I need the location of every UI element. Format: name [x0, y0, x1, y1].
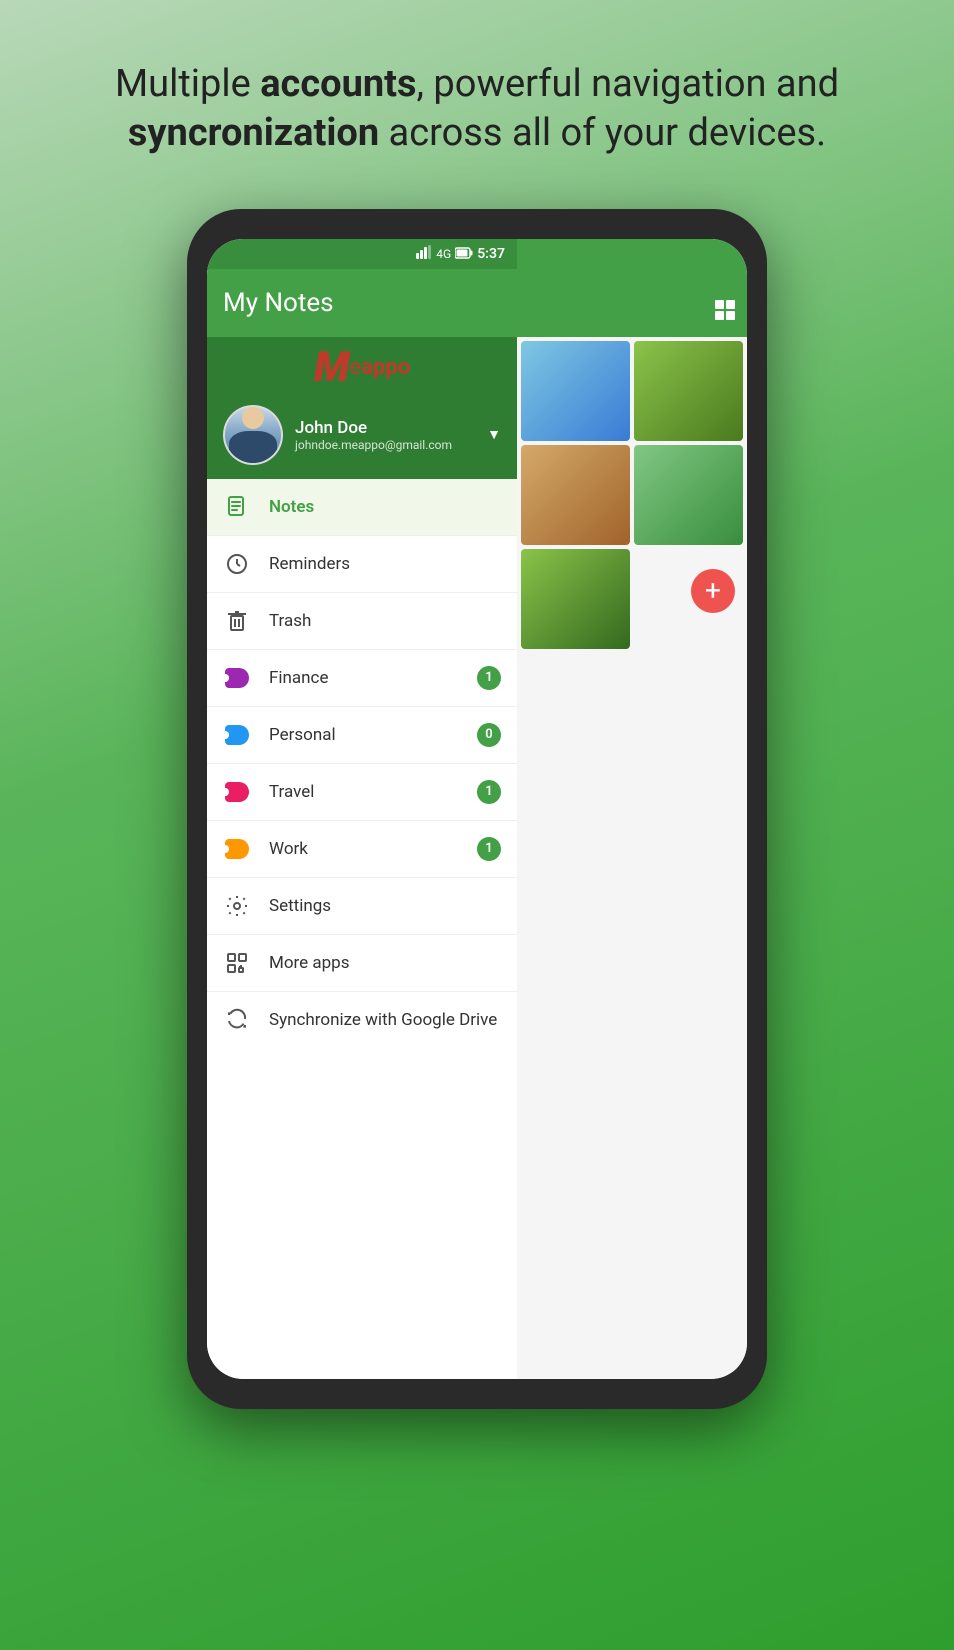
phone-screen: 4G 5:37 My Notes — [207, 239, 747, 1379]
sidebar-personal-label: Personal — [269, 725, 459, 745]
sidebar-sync-label: Synchronize with Google Drive — [269, 1010, 501, 1030]
user-section: M eappo John — [207, 337, 517, 479]
travel-tag-icon — [223, 778, 251, 806]
time-label: 5:37 — [477, 246, 505, 262]
user-name: John Doe — [295, 418, 475, 438]
reminders-icon — [223, 550, 251, 578]
work-tag-icon — [223, 835, 251, 863]
phone: 4G 5:37 My Notes — [187, 209, 767, 1409]
headline-part3: across all of your devices. — [379, 111, 826, 155]
note-card-empty: + — [634, 549, 743, 629]
sidebar-item-sync[interactable]: Synchronize with Google Drive — [207, 992, 517, 1048]
headline-bold1: accounts — [260, 62, 416, 106]
personal-badge: 0 — [477, 723, 501, 747]
sidebar-item-trash[interactable]: Trash — [207, 593, 517, 649]
headline-part1: Multiple — [115, 62, 260, 106]
sidebar-more-apps-label: More apps — [269, 953, 501, 973]
fab-add-button[interactable]: + — [691, 569, 735, 613]
sidebar-work-label: Work — [269, 839, 459, 859]
headline: Multiple accounts, powerful navigation a… — [0, 0, 954, 199]
trash-icon — [223, 607, 251, 635]
work-badge: 1 — [477, 837, 501, 861]
travel-badge: 1 — [477, 780, 501, 804]
notes-icon — [223, 493, 251, 521]
note-card-stadium[interactable] — [634, 341, 743, 441]
finance-tag-icon — [223, 664, 251, 692]
fab-icon: + — [705, 577, 721, 605]
app-header: My Notes — [207, 269, 517, 337]
sidebar-item-reminders[interactable]: Reminders — [207, 536, 517, 592]
headline-bold2: syncronization — [128, 111, 379, 155]
finance-badge: 1 — [477, 666, 501, 690]
sidebar-trash-label: Trash — [269, 611, 501, 631]
sidebar-item-personal[interactable]: Personal 0 — [207, 707, 517, 763]
sidebar-reminders-label: Reminders — [269, 554, 501, 574]
personal-tag-icon — [223, 721, 251, 749]
sidebar-travel-label: Travel — [269, 782, 459, 802]
nav-list: Notes Reminders — [207, 479, 517, 1379]
sidebar-item-work[interactable]: Work 1 — [207, 821, 517, 877]
notes-panel: + — [517, 239, 747, 1379]
avatar-figure — [225, 407, 281, 463]
sidebar-settings-label: Settings — [269, 896, 501, 916]
signal-label: 4G — [436, 247, 451, 261]
sidebar-finance-label: Finance — [269, 668, 459, 688]
battery-icon — [455, 244, 473, 263]
app-title: My Notes — [223, 288, 334, 318]
notes-grid: + — [517, 337, 747, 653]
grid-view-icon[interactable] — [713, 298, 737, 327]
status-icons: 4G 5:37 — [416, 244, 505, 263]
dropdown-arrow-icon[interactable]: ▼ — [487, 426, 501, 443]
sidebar-item-notes[interactable]: Notes — [207, 479, 517, 535]
sync-icon — [223, 1006, 251, 1034]
avatar — [223, 405, 283, 465]
user-row[interactable]: John Doe johndoe.meappo@gmail.com ▼ — [207, 395, 517, 479]
sidebar-item-travel[interactable]: Travel 1 — [207, 764, 517, 820]
sidebar-item-more-apps[interactable]: More apps — [207, 935, 517, 991]
note-card-landscape[interactable] — [521, 341, 630, 441]
user-email: johndoe.meappo@gmail.com — [295, 438, 475, 452]
sidebar-item-settings[interactable]: Settings — [207, 878, 517, 934]
meappo-e: e — [350, 355, 362, 380]
meappo-appo: appo — [361, 355, 410, 380]
note-card-pasta[interactable] — [521, 445, 630, 545]
meappo-m-letter: M — [314, 347, 350, 389]
note-card-pizza[interactable] — [521, 549, 630, 649]
user-info: John Doe johndoe.meappo@gmail.com — [295, 418, 475, 452]
sidebar-notes-label: Notes — [269, 497, 501, 517]
note-card-greens[interactable] — [634, 445, 743, 545]
drawer: 4G 5:37 My Notes — [207, 239, 517, 1379]
settings-icon — [223, 892, 251, 920]
meappo-logo-row: M eappo — [207, 337, 517, 395]
signal-icon — [416, 245, 432, 262]
meappo-word: eappo — [350, 355, 411, 380]
more-apps-icon — [223, 949, 251, 977]
status-bar: 4G 5:37 — [207, 239, 517, 269]
headline-part2: , powerful navigation and — [417, 62, 839, 106]
sidebar-item-finance[interactable]: Finance 1 — [207, 650, 517, 706]
notes-header — [517, 239, 747, 337]
